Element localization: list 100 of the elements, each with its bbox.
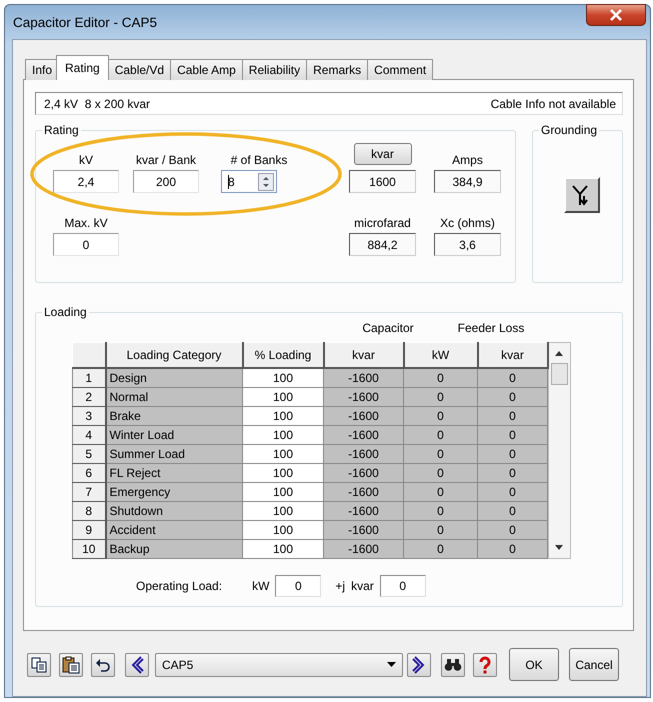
table-cell: -1600 [324, 388, 404, 406]
table-cell: 0 [404, 388, 478, 406]
column-header[interactable]: kW [404, 342, 478, 368]
column-header[interactable]: Loading Category [106, 342, 242, 368]
table-cell[interactable]: 100 [242, 406, 324, 426]
copy-icon [31, 656, 47, 672]
help-button[interactable] [473, 652, 497, 676]
undo-button[interactable] [91, 652, 115, 676]
row-number[interactable]: 1 [72, 368, 106, 388]
chevron-left-icon [130, 656, 144, 674]
previous-button[interactable] [125, 652, 149, 676]
rating-summary: 2,4 kV 8 x 200 kvar [44, 96, 150, 110]
table-cell[interactable]: 100 [242, 464, 324, 482]
group-title: Grounding [540, 123, 598, 137]
clipboard-icon [62, 656, 80, 674]
scrollbar[interactable] [548, 342, 570, 559]
table-cell: 0 [478, 388, 548, 406]
tab[interactable]: Comment [367, 59, 434, 80]
table-cell: 0 [404, 444, 478, 464]
table-cell[interactable]: 100 [242, 388, 324, 406]
group-title: Rating [43, 123, 80, 137]
table-cell: 0 [478, 444, 548, 464]
row-number[interactable]: 10 [72, 540, 106, 558]
copy-button[interactable] [27, 652, 51, 676]
table-cell: 0 [478, 540, 548, 558]
device-dropdown[interactable]: CAP5 [155, 652, 403, 676]
table-cell: -1600 [324, 444, 404, 464]
table-cell: Brake [106, 406, 242, 426]
table-cell[interactable]: 100 [242, 540, 324, 558]
column-header[interactable]: kvar [324, 342, 404, 368]
amps-field: 384,9 [434, 170, 501, 193]
help-icon [478, 656, 492, 674]
table-cell: 0 [404, 482, 478, 502]
input-field[interactable]: 2,4 [53, 170, 119, 193]
next-button[interactable] [407, 652, 431, 676]
group-title: Loading [43, 305, 88, 319]
grounding-button[interactable] [564, 177, 600, 213]
close-button[interactable] [586, 4, 646, 26]
tab[interactable]: Reliability [242, 59, 308, 80]
ok-button[interactable]: OK [509, 648, 559, 681]
table-cell: Winter Load [106, 426, 242, 444]
table-cell: -1600 [324, 426, 404, 444]
table-cell: -1600 [324, 502, 404, 520]
column-header[interactable]: kvar [478, 342, 548, 368]
table-cell: 0 [478, 426, 548, 444]
kvar-button[interactable]: kvar [354, 143, 412, 165]
paste-button[interactable] [59, 652, 83, 676]
table-cell[interactable]: 100 [242, 368, 324, 388]
row-number[interactable]: 9 [72, 520, 106, 540]
dropdown-caret-icon [387, 662, 396, 667]
table-cell: Shutdown [106, 502, 242, 520]
row-number[interactable]: 5 [72, 444, 106, 464]
scrollbar-thumb[interactable] [550, 363, 568, 385]
table-cell: 0 [404, 502, 478, 520]
group-header: Capacitor [361, 321, 415, 337]
table-cell: 0 [478, 520, 548, 540]
chevron-right-icon [412, 656, 426, 674]
table-cell[interactable]: 100 [242, 426, 324, 444]
row-number[interactable]: 2 [72, 388, 106, 406]
field-label: microfarad [353, 216, 412, 230]
reactance-field: 3,6 [434, 233, 501, 256]
table-cell: 0 [404, 464, 478, 482]
table-cell: Design [106, 368, 242, 388]
spinner-arrows-icon[interactable] [258, 172, 274, 190]
window-title: Capacitor Editor - CAP5 [13, 14, 158, 30]
cancel-button[interactable]: Cancel [569, 648, 619, 681]
unit-label: +j [335, 579, 346, 593]
table-cell[interactable]: 100 [242, 482, 324, 502]
kvar-field[interactable]: 0 [380, 575, 426, 597]
field-label: kvar / Bank [134, 153, 198, 167]
table-cell: 0 [404, 540, 478, 558]
row-number[interactable]: 6 [72, 464, 106, 482]
field-label: Max. kV [63, 216, 109, 230]
row-number[interactable]: 4 [72, 426, 106, 444]
column-header[interactable]: % Loading [242, 342, 324, 368]
table-cell: FL Reject [106, 464, 242, 482]
tab[interactable]: Cable Amp [170, 59, 243, 80]
tab[interactable]: Rating [56, 55, 109, 80]
table-cell: 0 [404, 368, 478, 388]
table-cell[interactable]: 100 [242, 502, 324, 520]
row-number[interactable]: 7 [72, 482, 106, 502]
input-field[interactable]: 200 [133, 170, 199, 193]
table-cell: Backup [106, 540, 242, 558]
kw-field[interactable]: 0 [275, 575, 322, 597]
table-cell: -1600 [324, 406, 404, 426]
find-button[interactable] [441, 652, 465, 676]
table-cell: 0 [478, 368, 548, 388]
table-cell: 0 [404, 426, 478, 444]
scroll-up-icon[interactable] [554, 351, 562, 356]
close-icon [609, 9, 623, 21]
table-cell[interactable]: 100 [242, 444, 324, 464]
row-number[interactable]: 3 [72, 406, 106, 426]
tab[interactable]: Cable/Vd [108, 59, 172, 80]
row-number[interactable]: 8 [72, 502, 106, 520]
table-cell: Normal [106, 388, 242, 406]
table-cell: Summer Load [106, 444, 242, 464]
table-cell[interactable]: 100 [242, 520, 324, 540]
tab[interactable]: Remarks [306, 59, 368, 80]
scroll-down-icon[interactable] [554, 545, 562, 550]
input-field[interactable]: 0 [53, 233, 119, 256]
